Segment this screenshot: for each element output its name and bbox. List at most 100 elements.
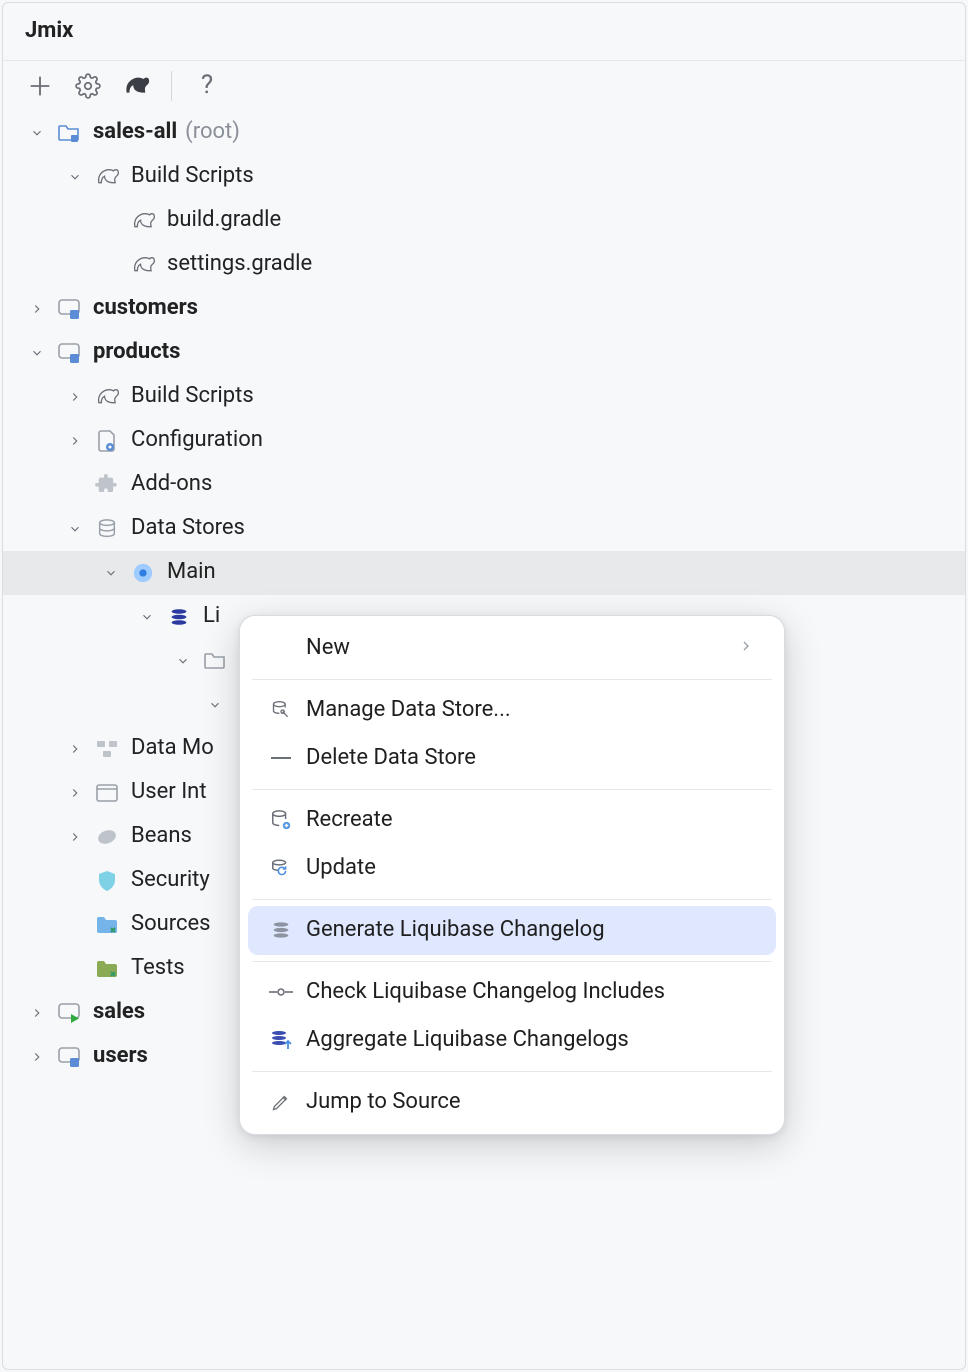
menu-item-delete-data-store[interactable]: Delete Data Store [248,734,776,783]
menu-label: Jump to Source [306,1088,758,1117]
database-plus-icon [266,808,296,832]
gear-icon [75,73,101,99]
chevron-right-icon [63,385,87,409]
elephant-icon [93,383,121,411]
add-button[interactable] [25,71,55,101]
liquibase-icon [165,603,193,631]
chevron-right-icon [25,1045,49,1069]
chevron-down-icon [63,165,87,189]
menu-item-jump-to-source[interactable]: Jump to Source [248,1078,776,1127]
menu-item-update[interactable]: Update [248,844,776,893]
menu-label: Aggregate Liquibase Changelogs [306,1026,758,1055]
tree-item-settings-gradle[interactable]: settings.gradle [3,243,965,287]
menu-item-new[interactable]: New [248,624,776,673]
toolbar: ? [3,61,965,103]
tree-label: Build Scripts [131,162,254,191]
tree-label: customers [93,294,198,323]
menu-item-manage-data-store[interactable]: Manage Data Store... [248,686,776,735]
chevron-down-icon [25,121,49,145]
tree-label: Build Scripts [131,382,254,411]
chevron-down-icon [135,605,159,629]
commit-icon [266,980,296,1004]
panel-title: Jmix [3,3,965,61]
tree-label: users [93,1042,148,1071]
minus-icon [266,746,296,770]
help-button[interactable]: ? [192,71,222,101]
tree-item-build-scripts[interactable]: Build Scripts [3,155,965,199]
window-icon [93,779,121,807]
folder-arrow-icon [201,647,229,675]
menu-label: Check Liquibase Changelog Includes [306,978,758,1007]
database-refresh-icon [266,857,296,881]
settings-button[interactable] [73,71,103,101]
menu-label: Update [306,854,758,883]
folder-icon [55,119,83,147]
menu-label: Manage Data Store... [306,696,758,725]
liquibase-up-icon [266,1028,296,1052]
menu-item-check-liquibase-includes[interactable]: Check Liquibase Changelog Includes [248,968,776,1017]
toolbar-separator [171,71,172,101]
tree-label: Li [203,602,220,631]
menu-separator [252,679,772,680]
gradle-button[interactable] [121,71,151,101]
tree-item-sales-all[interactable]: sales-all (root) [3,111,965,155]
database-icon [93,515,121,543]
folder-sources-icon [93,911,121,939]
tree-label: Data Stores [131,514,245,543]
tree-suffix: (root) [185,118,240,147]
chevron-down-icon [203,693,227,717]
menu-label: Delete Data Store [306,744,758,773]
pencil-icon [266,1090,296,1114]
chevron-right-icon [25,1001,49,1025]
elephant-icon [129,251,157,279]
tree-item-products[interactable]: products [3,331,965,375]
menu-separator [252,899,772,900]
tree-item-customers[interactable]: customers [3,287,965,331]
chevron-right-icon [25,297,49,321]
plus-icon [26,72,54,100]
tree-label: Configuration [131,426,263,455]
diagram-icon [93,735,121,763]
tree-item-addons[interactable]: Add-ons [3,463,965,507]
menu-label: Recreate [306,806,758,835]
menu-separator [252,789,772,790]
bean-icon [93,823,121,851]
tree-label: products [93,338,180,367]
database-wrench-icon [266,698,296,722]
shield-icon [93,867,121,895]
menu-item-generate-liquibase-changelog[interactable]: Generate Liquibase Changelog [248,906,776,955]
tree-item-build-gradle[interactable]: build.gradle [3,199,965,243]
module-icon [55,295,83,323]
tree-label: build.gradle [167,206,281,235]
tree-label: Beans [131,822,192,851]
tree-label: Tests [131,954,185,983]
elephant-icon [121,74,151,98]
chevron-right-icon [63,429,87,453]
tree-label: Add-ons [131,470,212,499]
menu-separator [252,1071,772,1072]
tree-item-data-stores[interactable]: Data Stores [3,507,965,551]
menu-item-recreate[interactable]: Recreate [248,796,776,845]
module-run-icon [55,999,83,1027]
tree-label: sales-all [93,118,177,147]
menu-label: Generate Liquibase Changelog [306,916,758,945]
tree-label: Sources [131,910,211,939]
tree-item-build-scripts-2[interactable]: Build Scripts [3,375,965,419]
elephant-icon [129,207,157,235]
chevron-right-icon [63,737,87,761]
chevron-down-icon [99,561,123,585]
tree-label: User Int [131,778,207,807]
plugin-icon [93,471,121,499]
tree-item-configuration[interactable]: Configuration [3,419,965,463]
chevron-right-icon [63,825,87,849]
menu-separator [252,961,772,962]
module-icon [55,1043,83,1071]
tree-label: sales [93,998,145,1027]
menu-item-aggregate-liquibase-changelogs[interactable]: Aggregate Liquibase Changelogs [248,1016,776,1065]
question-icon: ? [201,69,213,103]
datastore-main-icon [129,559,157,587]
tree-item-main[interactable]: Main [3,551,965,595]
file-gear-icon [93,427,121,455]
chevron-down-icon [171,649,195,673]
tree-label: Main [167,558,216,587]
